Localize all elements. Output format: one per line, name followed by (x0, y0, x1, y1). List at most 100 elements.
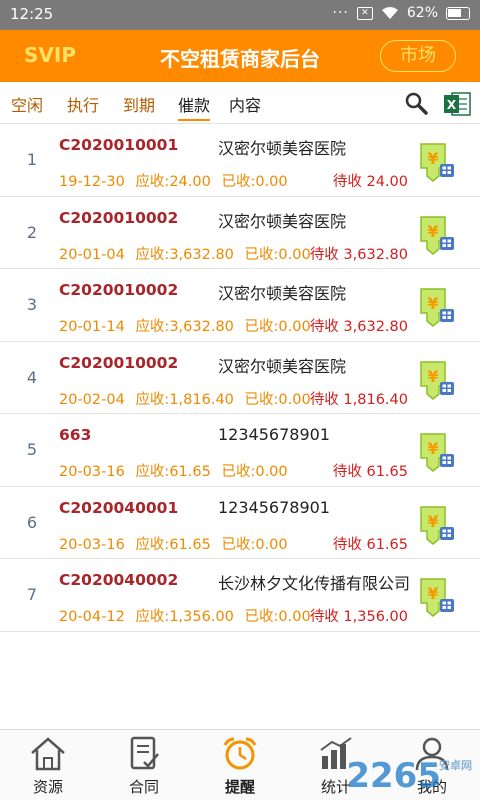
pending-amount: 待收 3,632.80 (309, 246, 408, 263)
received-amount: 已收:0.00 (244, 319, 311, 335)
received-amount: 已收:0.00 (244, 246, 311, 263)
due-date: 20-01-04 (59, 246, 125, 263)
tab-content[interactable]: 内容 (229, 92, 261, 116)
contract-code[interactable]: C2020010001 (59, 136, 178, 154)
contract-code[interactable]: C2020040002 (59, 571, 178, 589)
receivable-amount: 应收:3,632.80 (135, 319, 234, 335)
svg-text:¥: ¥ (427, 294, 438, 313)
battery-icon (446, 6, 470, 20)
yuan-payment-icon[interactable]: ¥ (415, 213, 457, 255)
pending-amount: 待收 61.65 (332, 464, 408, 480)
list-item[interactable]: 3 C2020010002 汉密尔顿美容医院 20-01-14 应收:3,632… (0, 269, 480, 342)
contract-code[interactable]: C2020010002 (59, 209, 178, 227)
svg-text:¥: ¥ (427, 512, 438, 531)
collection-list: 1 C2020010001 汉密尔顿美容医院 19-12-30 应收:24.00… (0, 124, 480, 632)
nav-label: 提醒 (224, 778, 255, 796)
receivable-amount: 应收:1,356.00 (135, 609, 234, 625)
receivable-amount: 应收:61.65 (135, 464, 211, 480)
row-amounts: 20-03-16 应收:61.65 已收:0.00 (59, 460, 294, 481)
due-date: 20-01-14 (59, 319, 125, 335)
document-icon (130, 736, 159, 770)
tab-executing[interactable]: 执行 (67, 92, 99, 116)
list-item[interactable]: 2 C2020010002 汉密尔顿美容医院 20-01-04 应收:3,632… (0, 197, 480, 269)
receivable-amount: 应收:1,816.40 (135, 391, 234, 408)
contract-code[interactable]: C2020040001 (59, 499, 178, 517)
customer-name: 汉密尔顿美容医院 (218, 139, 347, 158)
market-button[interactable]: 市场 (380, 40, 456, 72)
tab-collection[interactable]: 催款 (178, 92, 211, 121)
received-amount: 已收:0.00 (221, 464, 288, 480)
list-item[interactable]: 4 C2020010002 汉密尔顿美容医院 20-02-04 应收:1,816… (0, 342, 480, 414)
filter-tabs: 空闲 执行 到期 催款 内容 X (0, 82, 480, 124)
row-index: 7 (26, 585, 38, 604)
contract-code[interactable]: C2020010002 (59, 281, 178, 299)
row-amounts: 20-04-12 应收:1,356.00 已收:0.00 (59, 605, 317, 626)
customer-name: 汉密尔顿美容医院 (218, 284, 347, 303)
nav-reminders[interactable]: 提醒 (192, 730, 288, 800)
svg-text:X: X (447, 98, 457, 112)
wifi-icon (381, 7, 398, 19)
svg-text:¥: ¥ (427, 584, 438, 603)
row-index: 4 (26, 367, 38, 387)
watermark-logo: 2265安卓网 (346, 756, 472, 796)
list-item[interactable]: 6 C2020040001 12345678901 20-03-16 应收:61… (0, 487, 480, 559)
list-item[interactable]: 1 C2020010001 汉密尔顿美容医院 19-12-30 应收:24.00… (0, 124, 480, 197)
excel-icon[interactable]: X (443, 91, 471, 117)
nav-label: 资源 (32, 778, 63, 796)
status-bar: 12:25 ··· ✕ 62% (0, 0, 480, 30)
tab-expired[interactable]: 到期 (123, 92, 155, 116)
row-index: 1 (26, 150, 38, 169)
due-date: 20-03-16 (59, 464, 125, 480)
yuan-payment-icon[interactable]: ¥ (415, 140, 457, 182)
svg-text:¥: ¥ (427, 367, 438, 386)
contract-code[interactable]: C2020010002 (59, 354, 178, 372)
sim-icon: ✕ (356, 6, 373, 20)
row-amounts: 19-12-30 应收:24.00 已收:0.00 (59, 170, 294, 191)
svg-text:¥: ¥ (427, 222, 438, 241)
search-icon[interactable] (404, 91, 428, 115)
customer-name: 12345678901 (218, 425, 330, 444)
row-index: 5 (26, 440, 38, 459)
pending-amount: 待收 3,632.80 (309, 319, 408, 335)
tab-idle[interactable]: 空闲 (11, 92, 43, 116)
pending-amount: 待收 1,356.00 (309, 609, 408, 625)
row-amounts: 20-01-14 应收:3,632.80 已收:0.00 (59, 315, 317, 336)
row-amounts: 20-01-04 应收:3,632.80 已收:0.00 (59, 243, 317, 264)
due-date: 20-03-16 (59, 536, 125, 553)
status-icons: ··· ✕ 62% (333, 5, 470, 21)
customer-name: 汉密尔顿美容医院 (218, 211, 347, 231)
house-icon (31, 737, 65, 771)
due-date: 20-04-12 (59, 609, 125, 625)
received-amount: 已收:0.00 (244, 609, 311, 625)
yuan-payment-icon[interactable]: ¥ (415, 358, 457, 400)
yuan-payment-icon[interactable]: ¥ (415, 575, 457, 617)
nav-contracts[interactable]: 合同 (96, 730, 192, 800)
status-time: 12:25 (10, 5, 54, 23)
receivable-amount: 应收:24.00 (135, 174, 211, 190)
svg-text:¥: ¥ (427, 149, 438, 168)
due-date: 20-02-04 (59, 391, 125, 408)
customer-name: 汉密尔顿美容医院 (218, 356, 347, 376)
yuan-payment-icon[interactable]: ¥ (415, 503, 457, 545)
nav-resources[interactable]: 资源 (0, 730, 96, 800)
list-item[interactable]: 7 C2020040002 长沙林夕文化传播有限公司 20-04-12 应收:1… (0, 559, 480, 632)
contract-code[interactable]: 663 (59, 426, 91, 444)
list-item[interactable]: 5 663 12345678901 20-03-16 应收:61.65 已收:0… (0, 414, 480, 487)
pending-amount: 待收 24.00 (332, 174, 408, 190)
yuan-payment-icon[interactable]: ¥ (415, 285, 457, 327)
receivable-amount: 应收:3,632.80 (135, 246, 234, 263)
alarm-clock-icon (223, 737, 257, 770)
pending-amount: 待收 1,816.40 (309, 391, 408, 408)
customer-name: 12345678901 (218, 497, 330, 517)
row-amounts: 20-03-16 应收:61.65 已收:0.00 (59, 533, 294, 554)
yuan-payment-icon[interactable]: ¥ (415, 430, 457, 472)
row-index: 2 (26, 222, 38, 242)
svg-text:¥: ¥ (427, 439, 438, 458)
nav-label: 合同 (128, 778, 159, 796)
battery-percent: 62% (406, 5, 438, 21)
received-amount: 已收:0.00 (221, 174, 288, 190)
row-amounts: 20-02-04 应收:1,816.40 已收:0.00 (59, 388, 317, 409)
received-amount: 已收:0.00 (221, 536, 288, 553)
received-amount: 已收:0.00 (244, 391, 311, 408)
customer-name: 长沙林夕文化传播有限公司 (218, 574, 411, 593)
